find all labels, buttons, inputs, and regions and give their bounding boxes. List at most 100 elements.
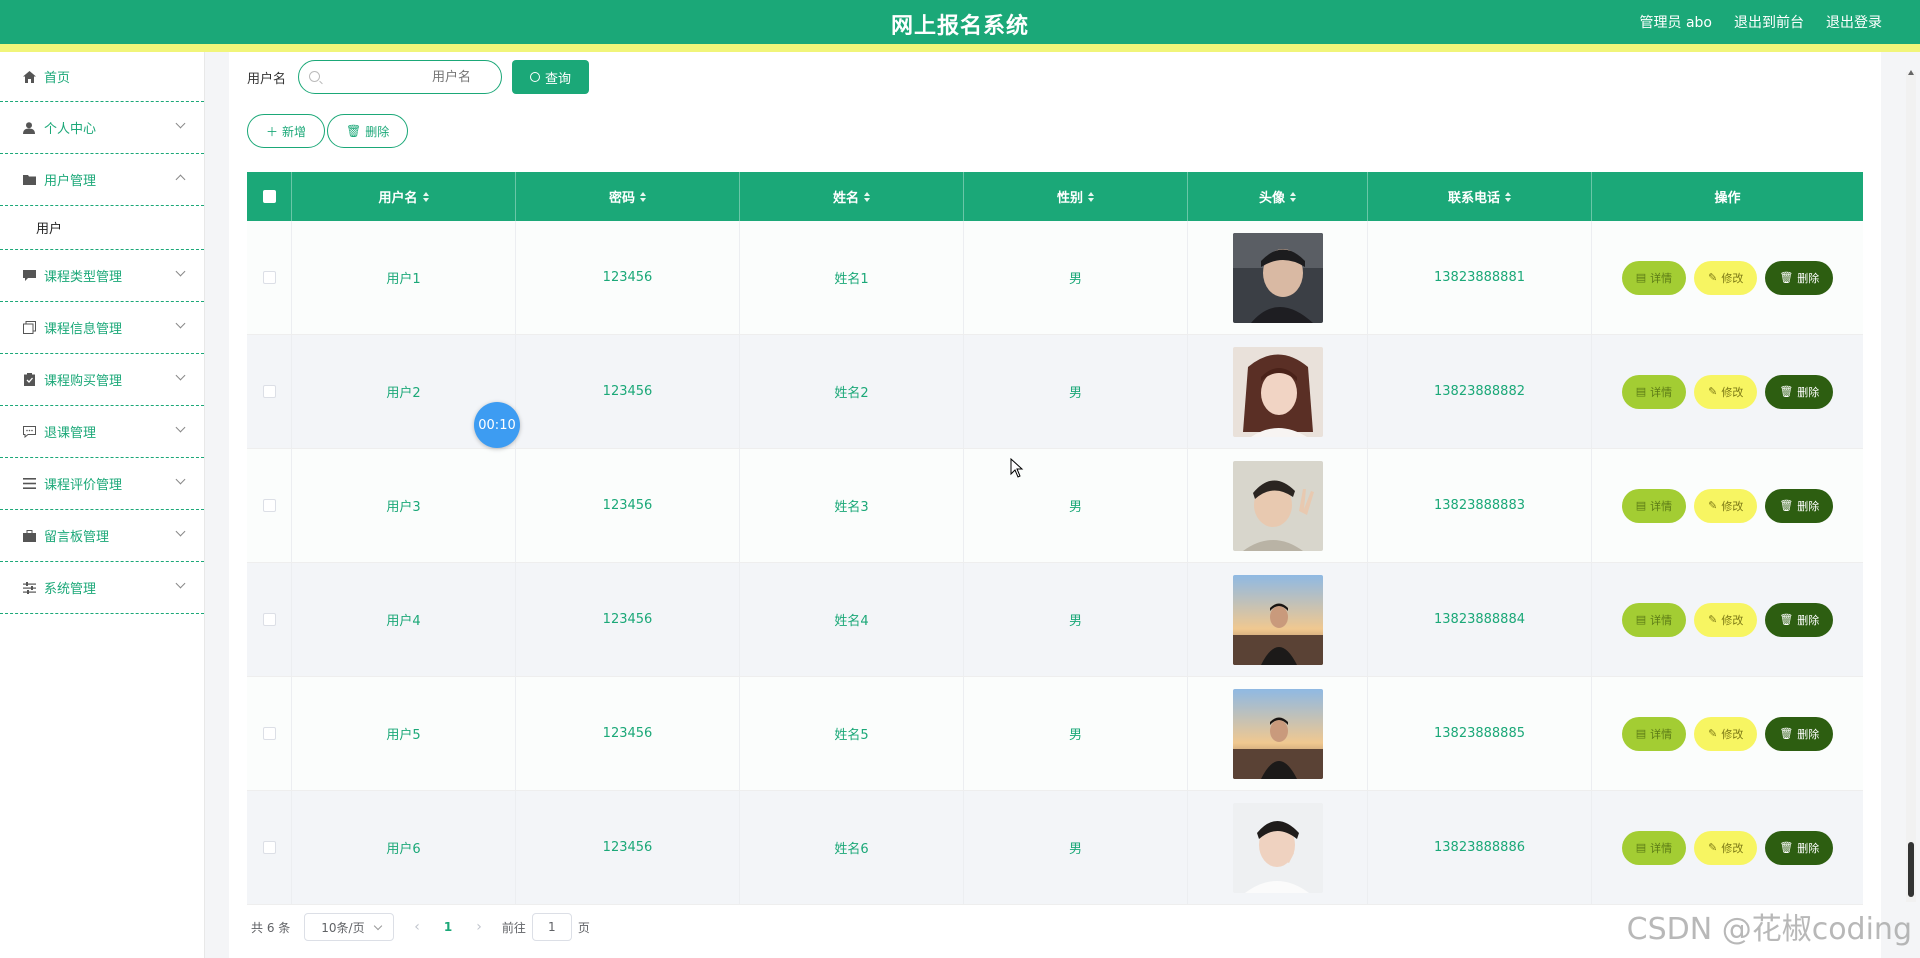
- edit-label: 修改: [1721, 385, 1744, 399]
- actions-cell: ▤ 详情 ✎ 修改 🗑 删除: [1592, 677, 1863, 790]
- edit-button[interactable]: ✎ 修改: [1694, 716, 1758, 751]
- detail-button[interactable]: ▤ 详情: [1621, 488, 1687, 523]
- column-header-gender[interactable]: 性别: [964, 172, 1188, 221]
- chevron-down-icon: [175, 370, 186, 381]
- edit-label: 修改: [1721, 499, 1744, 513]
- scroll-up-icon[interactable]: [1908, 70, 1914, 75]
- actions-cell: ▤ 详情 ✎ 修改 🗑 删除: [1592, 335, 1863, 448]
- delete-button[interactable]: 🗑 删除: [1765, 488, 1834, 523]
- edit-button[interactable]: ✎ 修改: [1694, 260, 1758, 295]
- chevron-down-icon: [175, 318, 186, 329]
- column-header-password[interactable]: 密码: [516, 172, 740, 221]
- edit-button[interactable]: ✎ 修改: [1694, 830, 1758, 865]
- trash-icon: 🗑: [1779, 499, 1794, 512]
- list-icon: [22, 477, 36, 491]
- query-button-label: 查询: [545, 71, 572, 87]
- edit-label: 修改: [1721, 841, 1744, 855]
- chevron-down-icon: [175, 118, 186, 129]
- copy-icon: [22, 321, 36, 335]
- query-button[interactable]: 查询: [512, 60, 590, 94]
- clipboard-icon: [22, 373, 36, 387]
- sidebar-item-drop-course[interactable]: 退课管理: [0, 406, 204, 458]
- back-to-front-link[interactable]: 退出到前台: [1734, 12, 1804, 32]
- delete-button[interactable]: 🗑 删除: [1765, 602, 1834, 637]
- sidebar-item-profile[interactable]: 个人中心: [0, 102, 204, 154]
- sidebar-item-home[interactable]: 首页: [0, 52, 204, 102]
- row-checkbox[interactable]: [262, 841, 276, 854]
- table-row: 用户1 123456 姓名1 男 13823888881 ▤ 详情 ✎ 修改 🗑 删除: [247, 221, 1863, 335]
- sort-icon: [1088, 191, 1094, 202]
- detail-label: 详情: [1650, 613, 1673, 627]
- header-actions: 管理员 abo 退出到前台 退出登录: [1640, 12, 1882, 32]
- name-cell: 姓名6: [740, 791, 964, 904]
- avatar: [1232, 688, 1323, 779]
- detail-button[interactable]: ▤ 详情: [1621, 602, 1687, 637]
- delete-button[interactable]: 🗑 删除: [1765, 374, 1834, 409]
- column-header-username[interactable]: 用户名: [292, 172, 516, 221]
- goto-page-input[interactable]: [531, 913, 572, 941]
- sidebar-item-label: 系统管理: [44, 582, 97, 597]
- page-scrollbar[interactable]: [1906, 70, 1916, 902]
- logout-link[interactable]: 退出登录: [1826, 12, 1882, 32]
- chevron-up-icon: [175, 174, 186, 185]
- sidebar-item-user-management[interactable]: 用户管理: [0, 154, 204, 206]
- column-header-name[interactable]: 姓名: [740, 172, 964, 221]
- gender-cell: 男: [964, 449, 1188, 562]
- scrollbar-thumb[interactable]: [1908, 842, 1914, 897]
- prev-page-icon[interactable]: ‹: [408, 919, 426, 935]
- batch-delete-button[interactable]: 🗑 删除: [327, 114, 409, 148]
- phone-cell: 13823888881: [1368, 221, 1592, 334]
- username-cell: 用户1: [292, 221, 516, 334]
- sidebar-item-course-info[interactable]: 课程信息管理: [0, 302, 204, 354]
- add-button[interactable]: ＋ 新增: [247, 114, 326, 148]
- pencil-icon: ✎: [1708, 727, 1718, 740]
- row-checkbox[interactable]: [262, 499, 276, 512]
- sidebar-item-system[interactable]: 系统管理: [0, 562, 204, 614]
- edit-button[interactable]: ✎ 修改: [1694, 602, 1758, 637]
- detail-button[interactable]: ▤ 详情: [1621, 374, 1687, 409]
- column-header-avatar[interactable]: 头像: [1188, 172, 1368, 221]
- gender-cell: 男: [964, 677, 1188, 790]
- add-button-label: 新增: [282, 124, 307, 139]
- sidebar: 首页 个人中心 用户管理 用户 课程类型管理 课程信息管理 课程购买管理 退课管…: [0, 52, 205, 958]
- sidebar-subitem-users[interactable]: 用户: [0, 206, 204, 250]
- sidebar-item-message-board[interactable]: 留言板管理: [0, 510, 204, 562]
- page-size-select[interactable]: 10条/页: [304, 913, 395, 941]
- sidebar-item-course-purchase[interactable]: 课程购买管理: [0, 354, 204, 406]
- detail-button[interactable]: ▤ 详情: [1621, 260, 1687, 295]
- sidebar-item-course-review[interactable]: 课程评价管理: [0, 458, 204, 510]
- edit-label: 修改: [1721, 271, 1744, 285]
- trash-icon: 🗑: [1779, 613, 1794, 626]
- row-checkbox[interactable]: [262, 271, 276, 284]
- column-header-phone[interactable]: 联系电话: [1368, 172, 1592, 221]
- row-checkbox[interactable]: [262, 727, 276, 740]
- delete-button[interactable]: 🗑 删除: [1765, 260, 1834, 295]
- edit-button[interactable]: ✎ 修改: [1694, 488, 1758, 523]
- detail-button[interactable]: ▤ 详情: [1621, 830, 1687, 865]
- edit-button[interactable]: ✎ 修改: [1694, 374, 1758, 409]
- document-icon: ▤: [1635, 613, 1647, 626]
- detail-button[interactable]: ▤ 详情: [1621, 716, 1687, 751]
- delete-label: 删除: [1797, 271, 1820, 285]
- row-checkbox[interactable]: [262, 385, 276, 398]
- avatar-cell: [1188, 221, 1368, 334]
- next-page-icon[interactable]: ›: [470, 919, 488, 935]
- password-cell: 123456: [516, 677, 740, 790]
- phone-cell: 13823888886: [1368, 791, 1592, 904]
- row-select-cell: [247, 563, 292, 676]
- column-header-label: 头像: [1258, 191, 1285, 206]
- column-header-label: 用户名: [378, 191, 418, 206]
- table-header: 用户名 密码 姓名 性别 头像 联系电话 操作: [247, 172, 1863, 221]
- delete-button[interactable]: 🗑 删除: [1765, 716, 1834, 751]
- pencil-icon: ✎: [1708, 499, 1718, 512]
- header-stripe: [0, 44, 1920, 52]
- avatar-cell: [1188, 335, 1368, 448]
- select-all-checkbox[interactable]: [262, 190, 276, 203]
- row-checkbox[interactable]: [262, 613, 276, 626]
- delete-button[interactable]: 🗑 删除: [1765, 830, 1834, 865]
- row-select-cell: [247, 791, 292, 904]
- sidebar-item-course-type[interactable]: 课程类型管理: [0, 250, 204, 302]
- current-page[interactable]: 1: [440, 920, 456, 934]
- username-search-input[interactable]: [327, 61, 498, 93]
- search-box[interactable]: [298, 60, 503, 94]
